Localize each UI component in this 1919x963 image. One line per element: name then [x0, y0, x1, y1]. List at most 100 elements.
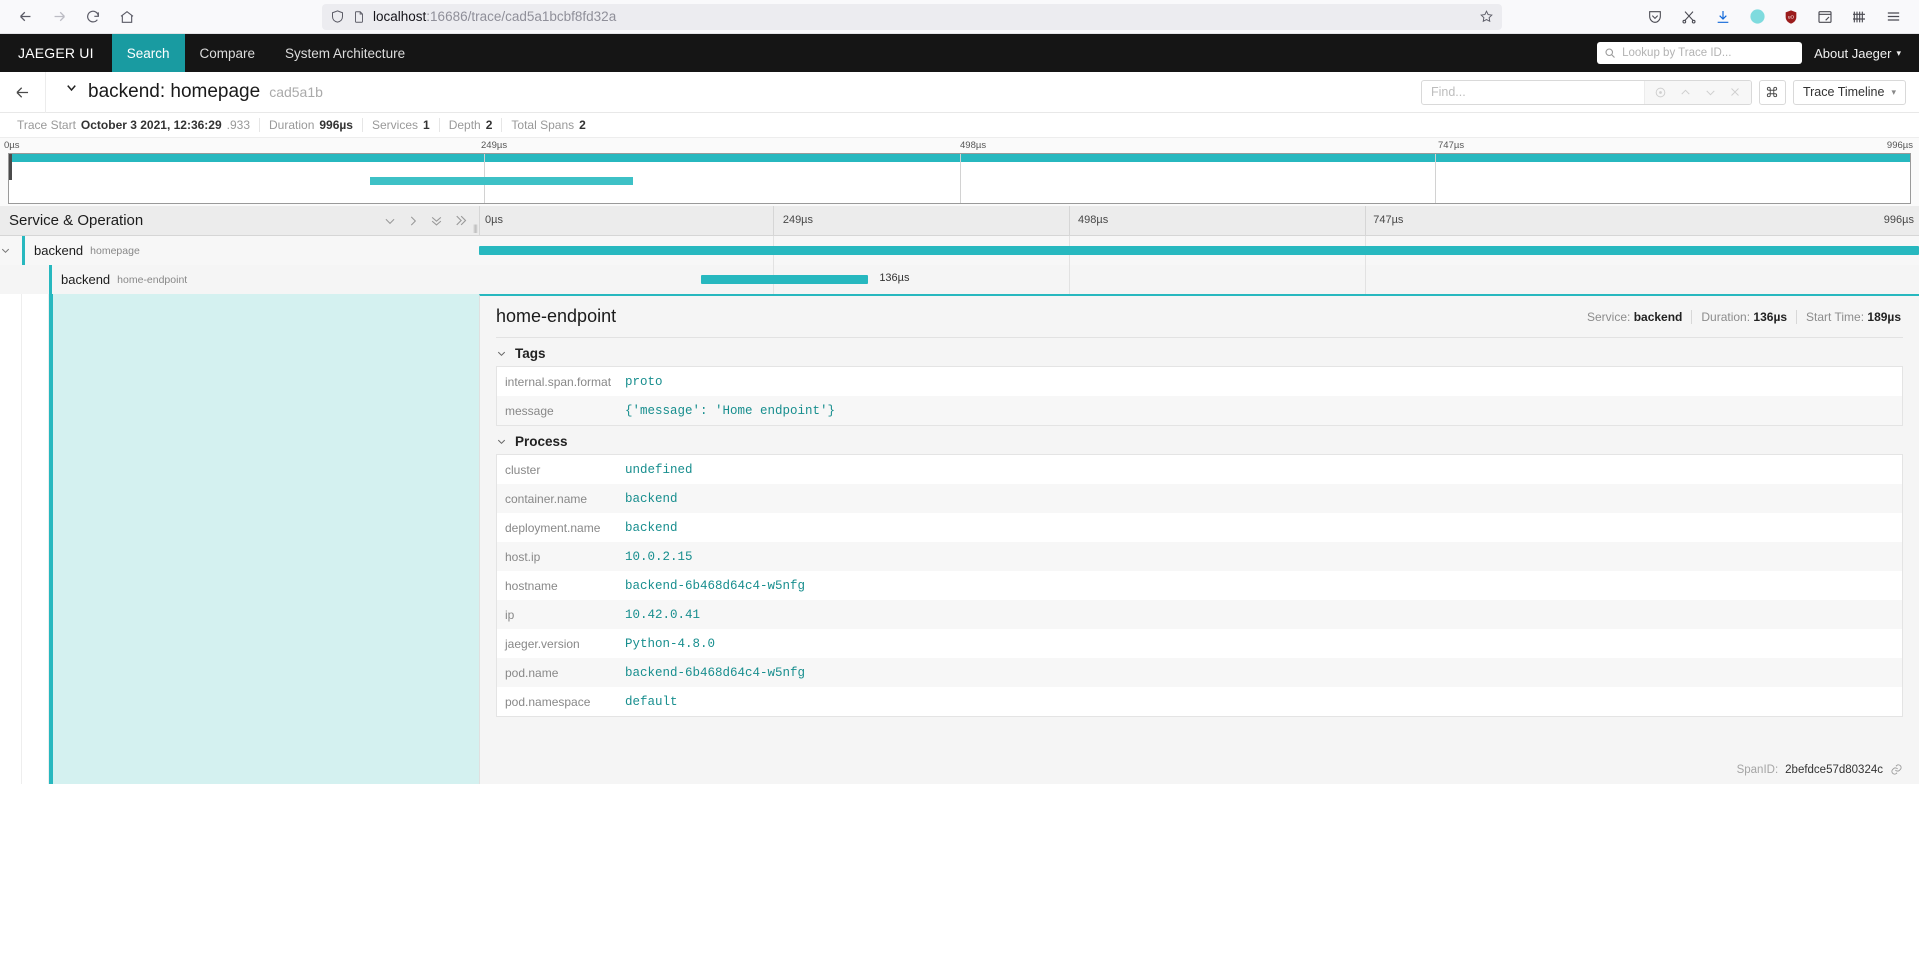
pocket-icon[interactable]	[1645, 7, 1665, 27]
home-icon[interactable]	[112, 3, 142, 31]
forward-arrow-icon[interactable]	[44, 3, 74, 31]
duration-value: 136µs	[1753, 309, 1788, 324]
table-row: message {'message': 'Home endpoint'}	[497, 396, 1902, 425]
about-jaeger-label: About Jaeger	[1814, 45, 1892, 61]
jaeger-brand[interactable]: JAEGER UI	[0, 34, 112, 72]
screenshot-icon[interactable]	[1679, 7, 1699, 27]
tags-accordion-header[interactable]: Tags	[480, 338, 1919, 366]
process-value: backend	[625, 491, 678, 506]
trace-id-short: cad5a1b	[269, 84, 323, 100]
table-row: jaeger.version Python-4.8.0	[497, 629, 1902, 658]
find-clear-icon[interactable]	[1724, 81, 1747, 104]
double-chevron-down-icon[interactable]	[429, 213, 444, 228]
timeline-gridline	[772, 206, 774, 235]
service-operation-label: Service & Operation	[9, 212, 144, 229]
tag-key: internal.span.format	[505, 374, 612, 389]
meta-label: Duration	[269, 118, 315, 132]
browser-extension-icons: uO	[1645, 7, 1909, 27]
meta-value: 1	[423, 118, 430, 132]
table-row: cluster undefined	[497, 455, 1902, 484]
span-row-label-child[interactable]: backend home-endpoint	[0, 265, 479, 294]
page-title: backend: homepage	[88, 81, 261, 102]
search-icon	[1604, 47, 1616, 59]
view-mode-select[interactable]: Trace Timeline ▾	[1792, 79, 1906, 105]
meta-total-spans: Total Spans 2	[502, 118, 594, 132]
trace-minimap[interactable]: 0µs 249µs 498µs 747µs 996µs	[0, 138, 1919, 206]
jaeger-top-nav: JAEGER UI Search Compare System Architec…	[0, 34, 1919, 72]
downloads-icon[interactable]	[1713, 7, 1733, 27]
chevron-down-icon[interactable]	[383, 214, 397, 228]
chevron-right-icon[interactable]	[406, 214, 420, 228]
shield-icon[interactable]	[330, 9, 345, 24]
back-to-search-button[interactable]	[0, 71, 46, 113]
span-id-footer: SpanID: 2befdce57d80324c	[1737, 763, 1903, 776]
ublock-icon[interactable]: uO	[1781, 7, 1801, 27]
span-row-bar-root[interactable]	[479, 236, 1919, 265]
chevron-down-icon	[496, 436, 507, 447]
table-row: deployment.name backend	[497, 513, 1902, 542]
process-section-title: Process	[515, 434, 568, 449]
start-label: Start Time:	[1806, 309, 1865, 324]
trace-meta-bar: Trace Start October 3 2021, 12:36:29.933 …	[0, 113, 1919, 138]
minimap-tick-2: 498µs	[960, 140, 987, 151]
library-icon[interactable]	[1849, 7, 1869, 27]
service-value: backend	[1633, 309, 1683, 324]
address-bar[interactable]: localhost:16686/trace/cad5a1bcbf8fd32a	[322, 3, 1502, 30]
menu-icon[interactable]	[1883, 7, 1903, 27]
process-key: jaeger.version	[505, 636, 580, 651]
nav-tab-system-architecture[interactable]: System Architecture	[270, 34, 420, 72]
star-icon[interactable]	[1479, 9, 1494, 24]
minimap-body[interactable]	[8, 153, 1911, 204]
nav-tab-compare[interactable]: Compare	[185, 34, 271, 72]
span-row-label-root[interactable]: backend homepage	[0, 236, 479, 265]
span-detail-highlight	[53, 294, 479, 784]
nav-right-group: Lookup by Trace ID... About Jaeger ▾	[1597, 34, 1919, 72]
chevron-down-icon[interactable]	[0, 245, 22, 256]
meta-label: Depth	[448, 118, 481, 132]
meta-label: Total Spans	[511, 118, 575, 132]
back-arrow-icon[interactable]	[10, 3, 40, 31]
process-key: container.name	[505, 491, 588, 506]
table-row: container.name backend	[497, 484, 1902, 513]
timeline-tick-4: 996µs	[1883, 214, 1914, 226]
column-resize-handle[interactable]: |||	[473, 223, 478, 233]
about-jaeger-menu[interactable]: About Jaeger ▾	[1810, 46, 1905, 61]
meta-frac: .933	[226, 118, 251, 132]
find-prev-icon[interactable]	[1674, 81, 1697, 104]
minimap-tick-0: 0µs	[4, 140, 20, 151]
span-row-bar-child[interactable]: 136µs	[479, 265, 1919, 294]
span-bar[interactable]	[700, 275, 868, 284]
find-next-icon[interactable]	[1699, 81, 1722, 104]
browser-nav-buttons	[10, 3, 142, 31]
reload-icon[interactable]	[78, 3, 108, 31]
nav-tab-search[interactable]: Search	[111, 34, 185, 72]
process-value: backend-6b468d64c4-w5nfg	[625, 578, 806, 593]
find-input[interactable]: Find...	[1422, 81, 1644, 104]
span-operation-name: home-endpoint	[117, 273, 188, 286]
minimap-tick-4: 996µs	[1886, 140, 1913, 151]
link-icon[interactable]	[1890, 763, 1903, 776]
process-key: hostname	[505, 578, 558, 593]
span-bar[interactable]	[479, 246, 1919, 255]
chevron-down-icon: ▾	[1891, 86, 1896, 97]
process-value: default	[625, 694, 678, 709]
process-key: pod.namespace	[505, 694, 591, 709]
chevron-down-icon[interactable]	[64, 80, 79, 95]
start-value: 189µs	[1867, 309, 1901, 324]
span-id-value: 2befdce57d80324c	[1785, 763, 1883, 776]
table-row: host.ip 10.0.2.15	[497, 542, 1902, 571]
table-row: ip 10.42.0.41	[497, 600, 1902, 629]
command-key-icon[interactable]	[1758, 79, 1786, 105]
table-row[interactable]: backend homepage	[0, 236, 1919, 265]
process-key: deployment.name	[505, 520, 601, 535]
table-row[interactable]: backend home-endpoint 136µs	[0, 265, 1919, 294]
trace-id-lookup-input[interactable]: Lookup by Trace ID...	[1597, 42, 1803, 64]
reader-icon[interactable]	[1815, 7, 1835, 27]
timeline-gridline	[1364, 265, 1366, 294]
minimap-drag-handle-left[interactable]	[9, 154, 12, 180]
process-accordion-header[interactable]: Process	[480, 426, 1919, 454]
focus-target-icon[interactable]	[1649, 81, 1672, 104]
span-detail-area: home-endpoint Service: backend Duration:…	[0, 294, 1919, 784]
double-chevron-right-icon[interactable]	[453, 213, 468, 228]
account-icon[interactable]	[1747, 7, 1767, 27]
